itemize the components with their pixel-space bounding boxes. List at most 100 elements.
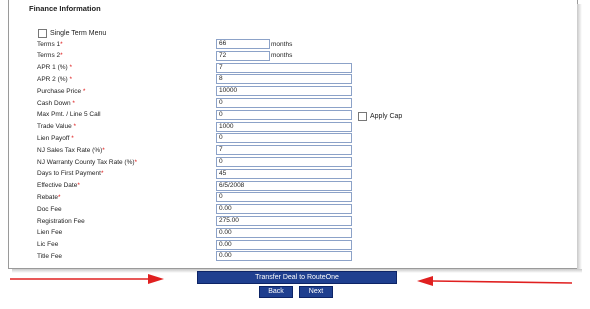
field-label-text: NJ Sales Tax Rate (%) bbox=[37, 146, 103, 154]
next-button[interactable]: Next bbox=[299, 286, 333, 298]
field-label-text: Rebate bbox=[37, 193, 58, 201]
form-row: Doc Fee 0.00 bbox=[37, 204, 352, 215]
field-input[interactable]: 275.00 bbox=[216, 216, 352, 226]
form-row: Terms 2* 72 months bbox=[37, 50, 293, 61]
field-label: Lien Fee bbox=[37, 229, 216, 236]
field-label: Purchase Price * bbox=[37, 88, 216, 95]
field-label-text: Effective Date bbox=[37, 182, 78, 190]
single-term-label: Single Term Menu bbox=[50, 30, 107, 37]
form-row: Title Fee 0.00 bbox=[37, 251, 352, 262]
field-label: Terms 2* bbox=[37, 52, 216, 59]
field-input[interactable]: 0.00 bbox=[216, 239, 352, 250]
field-input[interactable]: 6/5/2008 bbox=[216, 180, 352, 191]
field-input[interactable]: 1000 bbox=[216, 121, 352, 132]
field-label: NJ Warranty County Tax Rate (%)* bbox=[37, 159, 216, 166]
field-label: Rebate* bbox=[37, 194, 216, 201]
field-input[interactable]: 0 bbox=[216, 98, 352, 108]
field-label-text: Purchase Price bbox=[37, 87, 83, 95]
form-row: Rebate* 0 bbox=[37, 192, 352, 203]
field-input[interactable]: 45 bbox=[216, 168, 352, 179]
field-input[interactable]: 7 bbox=[216, 145, 352, 156]
field-input[interactable]: 7 bbox=[216, 62, 352, 73]
field-label: Trade Value * bbox=[37, 123, 216, 130]
form-row: Cash Down * 0 bbox=[37, 98, 352, 108]
field-label-text: Lic Fee bbox=[37, 241, 59, 249]
field-input[interactable]: 10000 bbox=[216, 86, 352, 97]
field-label-text: APR 2 (%) bbox=[37, 75, 70, 83]
required-marker: * bbox=[69, 75, 73, 83]
field-input[interactable]: 0 bbox=[216, 192, 352, 203]
required-marker: * bbox=[100, 170, 104, 178]
field-label-text: Title Fee bbox=[37, 252, 63, 260]
single-term-checkbox[interactable] bbox=[38, 29, 47, 38]
required-marker: * bbox=[134, 158, 138, 166]
form-row: Lic Fee 0.00 bbox=[37, 239, 352, 250]
field-input[interactable]: 0.00 bbox=[216, 251, 352, 262]
form-row: Max Pmt. / Line 5 Call 0 bbox=[37, 109, 352, 120]
apply-cap-option[interactable]: Apply Cap bbox=[358, 112, 402, 121]
field-label-text: Registration Fee bbox=[37, 217, 85, 225]
field-label: Lien Payoff * bbox=[37, 135, 216, 142]
single-term-menu-option[interactable]: Single Term Menu bbox=[38, 29, 106, 38]
required-marker: * bbox=[57, 193, 61, 201]
field-label: Title Fee bbox=[37, 253, 216, 260]
field-label-text: Terms 2 bbox=[37, 52, 61, 60]
field-label: Cash Down * bbox=[37, 100, 216, 107]
required-marker: * bbox=[60, 40, 63, 48]
required-marker: * bbox=[102, 146, 105, 154]
field-label-text: Lien Payoff bbox=[37, 134, 72, 142]
left-arrow-icon bbox=[10, 274, 164, 284]
apply-cap-label: Apply Cap bbox=[370, 113, 403, 120]
form-row: Terms 1* 66 months bbox=[37, 39, 292, 49]
field-label-text: Trade Value bbox=[37, 123, 74, 131]
required-marker: * bbox=[71, 134, 74, 142]
field-input[interactable]: 66 bbox=[216, 39, 270, 49]
field-label-text: Max Pmt. / Line 5 Call bbox=[37, 111, 101, 119]
form-row: Purchase Price * 10000 bbox=[37, 86, 352, 97]
field-input[interactable]: 0 bbox=[216, 133, 352, 144]
field-label-text: APR 1 (%) bbox=[37, 64, 70, 72]
required-marker: * bbox=[72, 99, 75, 107]
field-label-text: Days to First Payment bbox=[37, 170, 101, 178]
field-suffix: months bbox=[271, 52, 293, 60]
field-input[interactable]: 8 bbox=[216, 74, 352, 85]
field-input[interactable]: 72 bbox=[216, 50, 270, 61]
field-label-text: NJ Warranty County Tax Rate (%) bbox=[37, 158, 135, 166]
field-label-text: Lien Fee bbox=[37, 229, 63, 237]
field-label-text: Cash Down bbox=[37, 99, 73, 107]
form-row: Registration Fee 275.00 bbox=[37, 216, 352, 226]
field-label: Registration Fee bbox=[37, 218, 216, 225]
form-row: Days to First Payment* 45 bbox=[37, 168, 352, 179]
field-label: NJ Sales Tax Rate (%)* bbox=[37, 147, 216, 154]
required-marker: * bbox=[69, 64, 73, 72]
field-input[interactable]: 0 bbox=[216, 157, 352, 167]
required-marker: * bbox=[60, 52, 63, 60]
field-label: Days to First Payment* bbox=[37, 170, 216, 177]
form-row: Effective Date* 6/5/2008 bbox=[37, 180, 352, 191]
required-marker: * bbox=[77, 182, 80, 190]
required-marker: * bbox=[82, 87, 86, 95]
form-row: APR 2 (%) * 8 bbox=[37, 74, 352, 85]
field-label: Doc Fee bbox=[37, 206, 216, 213]
field-input[interactable]: 0.00 bbox=[216, 204, 352, 215]
back-button[interactable]: Back bbox=[259, 286, 293, 298]
field-suffix: months bbox=[271, 40, 293, 48]
field-label: Max Pmt. / Line 5 Call bbox=[37, 111, 216, 118]
form-row: NJ Warranty County Tax Rate (%)* 0 bbox=[37, 157, 352, 167]
field-label-text: Doc Fee bbox=[37, 205, 62, 213]
apply-cap-checkbox[interactable] bbox=[358, 112, 367, 121]
field-label-text: Terms 1 bbox=[37, 40, 61, 48]
form-row: Lien Fee 0.00 bbox=[37, 227, 352, 238]
form-row: NJ Sales Tax Rate (%)* 7 bbox=[37, 145, 352, 156]
form-row: Lien Payoff * 0 bbox=[37, 133, 352, 144]
form-row: APR 1 (%) * 7 bbox=[37, 62, 352, 73]
field-label: APR 1 (%) * bbox=[37, 64, 216, 71]
right-arrow-icon bbox=[417, 276, 573, 286]
field-input[interactable]: 0.00 bbox=[216, 227, 352, 238]
panel-shadow-right bbox=[577, 4, 582, 270]
required-marker: * bbox=[73, 123, 77, 131]
field-label: Lic Fee bbox=[37, 241, 216, 248]
field-label: Effective Date* bbox=[37, 182, 216, 189]
transfer-deal-button[interactable]: Transfer Deal to RouteOne bbox=[197, 271, 397, 284]
field-input[interactable]: 0 bbox=[216, 109, 352, 120]
